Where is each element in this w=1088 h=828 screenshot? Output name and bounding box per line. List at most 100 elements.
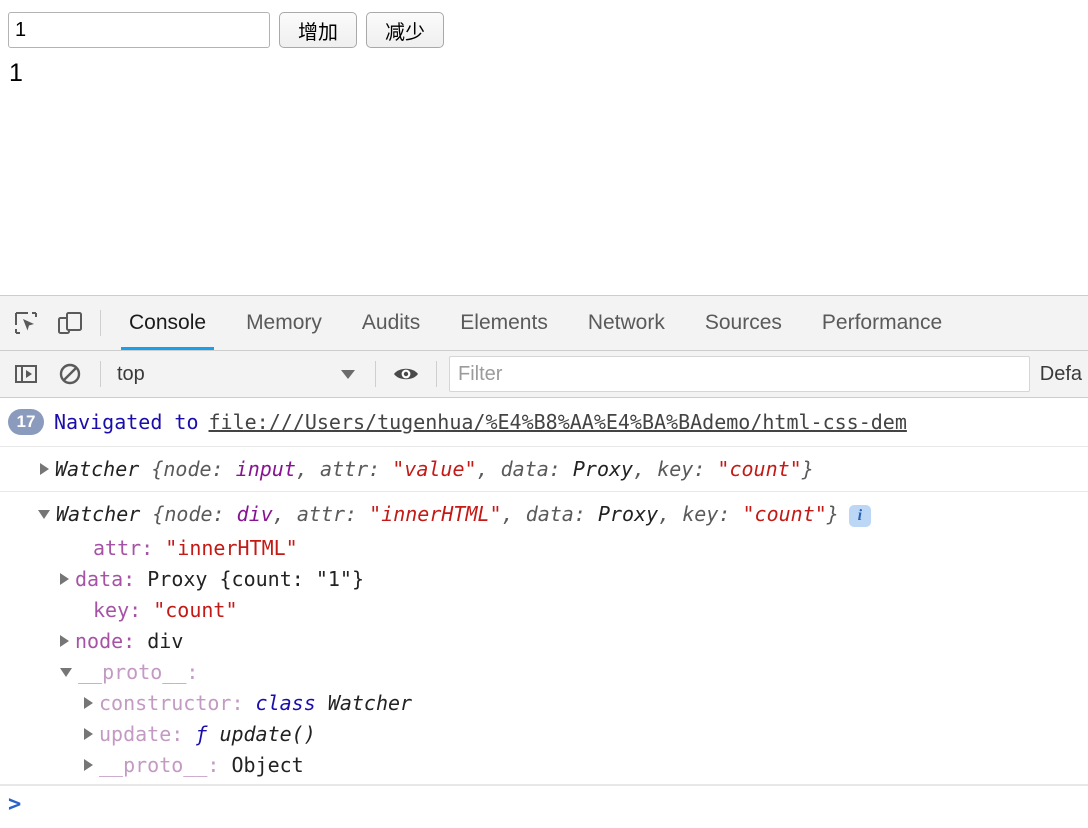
- console-levels-select[interactable]: Defa: [1030, 363, 1088, 386]
- disclosure-triangle-closed-icon[interactable]: [84, 759, 93, 771]
- prop-attr-value: "innerHTML": [369, 502, 502, 526]
- open-brace: {: [139, 457, 164, 481]
- prop-node-key: node:: [164, 502, 225, 526]
- sep-1: ,: [272, 502, 297, 526]
- property-name: update:: [99, 722, 184, 746]
- close-brace: }: [826, 502, 839, 526]
- tab-performance[interactable]: Performance: [802, 296, 962, 350]
- page-content: 增加 减少 1: [0, 0, 1088, 295]
- prop-attr-key: attr:: [319, 457, 381, 481]
- prop-key-value: "count": [717, 457, 802, 481]
- sep-1: ,: [295, 457, 320, 481]
- tab-sources[interactable]: Sources: [685, 296, 802, 350]
- disclosure-triangle-closed-icon[interactable]: [84, 728, 93, 740]
- close-brace: }: [801, 457, 814, 481]
- inspect-element-icon[interactable]: [4, 296, 48, 350]
- console-prompt[interactable]: >: [0, 785, 1088, 822]
- devtools-panel: Console Memory Audits Elements Network S…: [0, 295, 1088, 828]
- property-keyword: class: [255, 691, 316, 715]
- property-name: data:: [75, 567, 136, 591]
- property-value: "innerHTML": [165, 536, 298, 560]
- sep-2: ,: [476, 457, 501, 481]
- increase-button[interactable]: 增加: [279, 12, 357, 48]
- decrease-button[interactable]: 减少: [366, 12, 444, 48]
- disclosure-triangle-open-icon[interactable]: [38, 510, 50, 519]
- watcher-input-summary: Watcher {node: input, attr: "value", dat…: [55, 456, 814, 482]
- prop-node-key: node:: [163, 457, 224, 481]
- tab-network[interactable]: Network: [568, 296, 685, 350]
- browser-window: 增加 减少 1: [0, 0, 1088, 828]
- disclosure-triangle-closed-icon[interactable]: [40, 463, 49, 475]
- tab-audits[interactable]: Audits: [342, 296, 440, 350]
- console-context-selector[interactable]: top: [109, 351, 367, 397]
- property-value: update(): [219, 722, 316, 746]
- property-value: div: [147, 629, 184, 653]
- disclosure-triangle-open-icon[interactable]: [60, 668, 72, 677]
- console-message-watcher-div: Watcher {node: div, attr: "innerHTML", d…: [0, 492, 1088, 785]
- filterbar-divider-3: [436, 361, 437, 387]
- prop-data-value: Proxy: [597, 502, 659, 526]
- console-output: 17 Navigated to file:///Users/tugenhua/%…: [0, 398, 1088, 822]
- clear-console-icon[interactable]: [48, 351, 92, 397]
- prop-data-value: Proxy: [572, 457, 634, 481]
- property-node: node: div: [0, 626, 1088, 657]
- proto-property-proto: __proto__: Object: [0, 750, 1088, 781]
- prop-key-value: "count": [742, 502, 827, 526]
- property-name: __proto__:: [99, 753, 220, 777]
- sep-2: ,: [501, 502, 526, 526]
- info-icon[interactable]: i: [848, 504, 871, 527]
- property-value: Proxy {count: "1"}: [147, 567, 365, 591]
- prop-data-key: data:: [500, 457, 561, 481]
- tabbar-divider: [100, 310, 101, 336]
- property-name: key:: [93, 598, 142, 622]
- count-display: 1: [9, 59, 23, 87]
- watcher-class-name: Watcher: [55, 457, 140, 481]
- prop-node-value: div: [236, 502, 273, 526]
- counter-controls: 增加 减少: [8, 8, 1080, 52]
- tab-console[interactable]: Console: [109, 296, 226, 350]
- prompt-chevron-icon: >: [8, 791, 22, 817]
- console-context-label: top: [117, 362, 145, 385]
- live-expression-eye-icon[interactable]: [384, 351, 428, 397]
- sep-3: ,: [633, 457, 658, 481]
- count-input[interactable]: [8, 12, 270, 48]
- disclosure-triangle-closed-icon[interactable]: [60, 573, 69, 585]
- console-filter-input[interactable]: [449, 356, 1030, 392]
- console-message-watcher-input: Watcher {node: input, attr: "value", dat…: [0, 447, 1088, 492]
- proto-property-update: update: ƒ update(): [0, 719, 1088, 750]
- property-name: __proto__:: [78, 660, 199, 684]
- filterbar-divider-2: [375, 361, 376, 387]
- disclosure-triangle-closed-icon[interactable]: [84, 697, 93, 709]
- tab-elements[interactable]: Elements: [440, 296, 568, 350]
- console-message-navigated: 17 Navigated to file:///Users/tugenhua/%…: [0, 398, 1088, 447]
- prop-attr-key: attr:: [296, 502, 358, 526]
- filterbar-divider-1: [100, 361, 101, 387]
- prop-attr-value: "value": [392, 457, 477, 481]
- navigated-url-link[interactable]: file:///Users/tugenhua/%E4%B8%AA%E4%BA%B…: [209, 410, 907, 434]
- property-name: constructor:: [99, 691, 244, 715]
- prop-node-value: input: [235, 457, 296, 481]
- device-toolbar-icon[interactable]: [48, 296, 92, 350]
- prop-data-key: data:: [525, 502, 586, 526]
- devtools-tabbar: Console Memory Audits Elements Network S…: [0, 296, 1088, 351]
- navigated-text: Navigated to: [54, 410, 199, 434]
- prop-key-key: key:: [682, 502, 731, 526]
- devtools-tabs: Console Memory Audits Elements Network S…: [109, 296, 962, 350]
- tab-memory[interactable]: Memory: [226, 296, 342, 350]
- property-attr: attr: "innerHTML": [0, 533, 1088, 564]
- console-prompt-input[interactable]: [29, 791, 1088, 817]
- property-name: attr:: [93, 536, 154, 560]
- property-key: key: "count": [0, 595, 1088, 626]
- disclosure-triangle-closed-icon[interactable]: [60, 635, 69, 647]
- open-brace: {: [140, 502, 165, 526]
- console-filterbar: top Defa: [0, 351, 1088, 398]
- watcher-div-summary: Watcher {node: div, attr: "innerHTML", d…: [56, 501, 871, 527]
- proto-property-constructor: constructor: class Watcher: [0, 688, 1088, 719]
- property-value: "count": [153, 598, 238, 622]
- property-data: data: Proxy {count: "1"}: [0, 564, 1088, 595]
- console-sidebar-icon[interactable]: [4, 351, 48, 397]
- property-proto: __proto__:: [0, 657, 1088, 688]
- property-value: Watcher: [327, 691, 413, 715]
- property-value: Object: [231, 753, 304, 777]
- property-name: node:: [75, 629, 136, 653]
